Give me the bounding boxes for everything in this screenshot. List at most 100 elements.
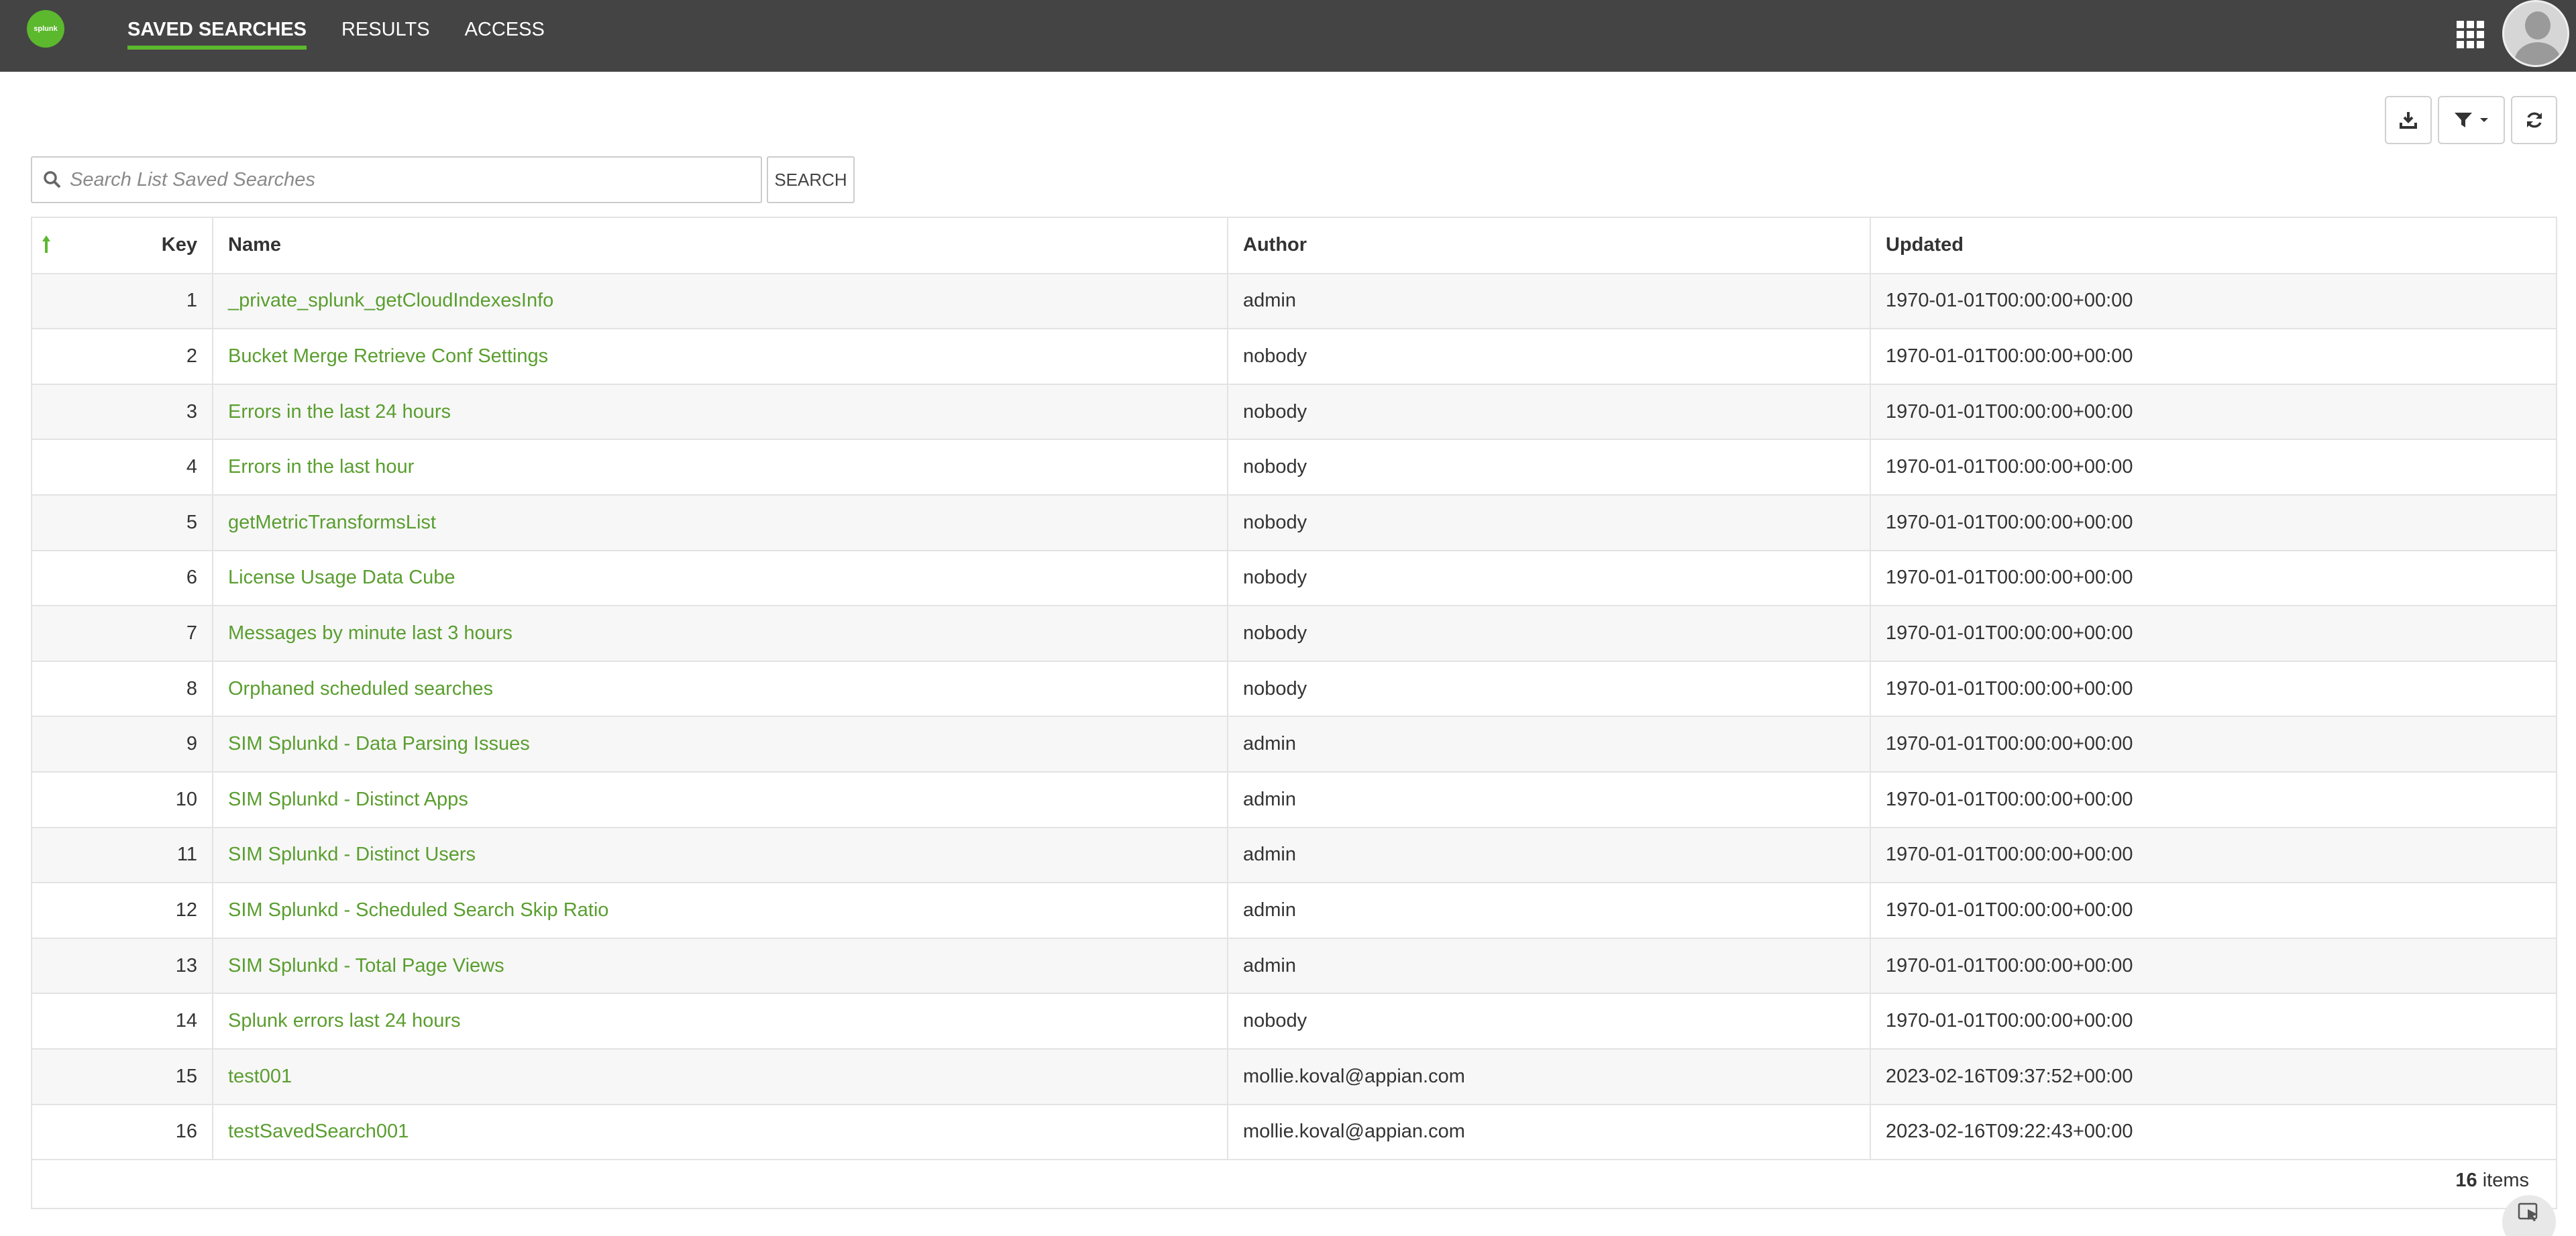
filter-button[interactable] xyxy=(2438,96,2505,144)
cell-updated: 1970-01-01T00:00:00+00:00 xyxy=(1870,606,2556,662)
table-row[interactable]: 16 testSavedSearch001 mollie.koval@appian.… xyxy=(32,1104,2556,1161)
saved-search-link[interactable]: Bucket Merge Retrieve Conf Settings xyxy=(228,345,548,367)
table-row[interactable]: 5 getMetricTransformsList nobody 1970-01-01… xyxy=(32,494,2556,551)
search-button[interactable]: SEARCH xyxy=(767,156,855,203)
table-row[interactable]: 7 Messages by minute last 3 hours nobody 19… xyxy=(32,606,2556,662)
cell-key: 8 xyxy=(32,661,213,718)
saved-search-link[interactable]: test001 xyxy=(228,1066,292,1087)
cell-updated: 1970-01-01T00:00:00+00:00 xyxy=(1870,273,2556,330)
tab-access[interactable]: ACCESS xyxy=(465,0,545,72)
cell-updated: 1970-01-01T00:00:00+00:00 xyxy=(1870,384,2556,441)
saved-search-link[interactable]: License Usage Data Cube xyxy=(228,567,455,588)
saved-search-link[interactable]: Orphaned scheduled searches xyxy=(228,678,493,699)
table-row[interactable]: 6 License Usage Data Cube nobody 1970-01-01… xyxy=(32,550,2556,607)
cell-name: Orphaned scheduled searches xyxy=(213,661,1228,718)
cell-key: 10 xyxy=(32,771,213,828)
cell-author: nobody xyxy=(1228,494,1871,551)
cell-author: nobody xyxy=(1228,661,1871,718)
cell-author: admin xyxy=(1228,938,1871,995)
table-row[interactable]: 3 Errors in the last 24 hours nobody 1970-0… xyxy=(32,384,2556,441)
cell-name: Errors in the last 24 hours xyxy=(213,384,1228,441)
cell-updated: 1970-01-01T00:00:00+00:00 xyxy=(1870,661,2556,718)
sort-ascending-icon[interactable] xyxy=(42,234,51,254)
column-header-author[interactable]: Author xyxy=(1228,218,1871,274)
column-header-updated[interactable]: Updated xyxy=(1870,218,2556,274)
table-row[interactable]: 11 SIM Splunkd - Distinct Users admin 1970-… xyxy=(32,827,2556,884)
table-row[interactable]: 14 Splunk errors last 24 hours nobody 1970-… xyxy=(32,993,2556,1050)
data-table: Key Name Author Updated 1 _private_splunk… xyxy=(32,218,2556,1161)
cell-name: testSavedSearch001 xyxy=(213,1104,1228,1161)
table-row[interactable]: 15 test001 mollie.koval@appian.com 2023-02-… xyxy=(32,1048,2556,1105)
cell-author: mollie.koval@appian.com xyxy=(1228,1048,1871,1105)
table-row[interactable]: 4 Errors in the last hour nobody 1970-01-01… xyxy=(32,439,2556,496)
cell-author: nobody xyxy=(1228,993,1871,1050)
cell-author: nobody xyxy=(1228,439,1871,496)
download-button[interactable] xyxy=(2385,96,2432,144)
search-input[interactable] xyxy=(70,168,727,191)
table-row[interactable]: 10 SIM Splunkd - Distinct Apps admin 1970-0… xyxy=(32,771,2556,828)
cell-author: mollie.koval@appian.com xyxy=(1228,1104,1871,1161)
download-icon xyxy=(2400,112,2417,129)
column-header-name[interactable]: Name xyxy=(213,218,1228,274)
cell-author: nobody xyxy=(1228,384,1871,441)
table-row[interactable]: 13 SIM Splunkd - Total Page Views admin 197… xyxy=(32,938,2556,995)
cell-key: 6 xyxy=(32,550,213,607)
cell-author: nobody xyxy=(1228,606,1871,662)
refresh-icon xyxy=(2526,112,2542,128)
saved-search-link[interactable]: SIM Splunkd - Distinct Users xyxy=(228,844,476,865)
cell-key: 14 xyxy=(32,993,213,1050)
cell-name: Errors in the last hour xyxy=(213,439,1228,496)
splunk-logo[interactable]: splunk xyxy=(27,10,64,48)
cell-key: 4 xyxy=(32,439,213,496)
search-icon xyxy=(44,171,61,188)
table-row[interactable]: 1 _private_splunk_getCloudIndexesInfo admi… xyxy=(32,273,2556,330)
cell-key: 5 xyxy=(32,494,213,551)
user-avatar[interactable] xyxy=(2502,0,2569,67)
cell-key: 7 xyxy=(32,606,213,662)
saved-search-link[interactable]: SIM Splunkd - Total Page Views xyxy=(228,955,504,976)
cell-key: 11 xyxy=(32,827,213,884)
main-nav: SAVED SEARCHES RESULTS ACCESS xyxy=(127,0,580,72)
filter-icon xyxy=(2455,113,2472,127)
cell-author: nobody xyxy=(1228,550,1871,607)
cell-name: test001 xyxy=(213,1048,1228,1105)
cell-updated: 1970-01-01T00:00:00+00:00 xyxy=(1870,771,2556,828)
saved-search-link[interactable]: SIM Splunkd - Distinct Apps xyxy=(228,789,468,810)
saved-search-link[interactable]: getMetricTransformsList xyxy=(228,512,436,533)
cell-name: License Usage Data Cube xyxy=(213,550,1228,607)
cell-updated: 1970-01-01T00:00:00+00:00 xyxy=(1870,883,2556,939)
tab-saved-searches[interactable]: SAVED SEARCHES xyxy=(127,0,307,72)
saved-search-link[interactable]: Errors in the last 24 hours xyxy=(228,401,451,423)
table-row[interactable]: 12 SIM Splunkd - Scheduled Search Skip Ra… xyxy=(32,883,2556,939)
chevron-down-icon xyxy=(2480,118,2488,122)
saved-search-link[interactable]: testSavedSearch001 xyxy=(228,1121,409,1142)
cell-updated: 1970-01-01T00:00:00+00:00 xyxy=(1870,716,2556,773)
refresh-button[interactable] xyxy=(2511,96,2557,144)
cell-key: 16 xyxy=(32,1104,213,1161)
table-row[interactable]: 2 Bucket Merge Retrieve Conf Settings nobo… xyxy=(32,329,2556,385)
item-count-label: items xyxy=(2482,1170,2529,1191)
cell-key: 13 xyxy=(32,938,213,995)
cell-updated: 1970-01-01T00:00:00+00:00 xyxy=(1870,938,2556,995)
apps-grid-icon[interactable] xyxy=(2457,21,2485,49)
table-row[interactable]: 9 SIM Splunkd - Data Parsing Issues admin 1… xyxy=(32,716,2556,773)
cell-updated: 1970-01-01T00:00:00+00:00 xyxy=(1870,329,2556,385)
search-field xyxy=(31,156,762,203)
saved-search-link[interactable]: Splunk errors last 24 hours xyxy=(228,1010,461,1031)
saved-search-link[interactable]: Errors in the last hour xyxy=(228,456,414,477)
cell-name: SIM Splunkd - Distinct Users xyxy=(213,827,1228,884)
saved-search-link[interactable]: Messages by minute last 3 hours xyxy=(228,622,513,644)
tab-results[interactable]: RESULTS xyxy=(341,0,430,72)
saved-search-link[interactable]: SIM Splunkd - Scheduled Search Skip Rati… xyxy=(228,899,608,921)
cell-updated: 1970-01-01T00:00:00+00:00 xyxy=(1870,439,2556,496)
cell-key: 3 xyxy=(32,384,213,441)
item-count: 16 items xyxy=(2455,1170,2529,1192)
saved-search-link[interactable]: _private_splunk_getCloudIndexesInfo xyxy=(228,290,553,311)
cell-updated: 2023-02-16T09:22:43+00:00 xyxy=(1870,1104,2556,1161)
cell-name: SIM Splunkd - Total Page Views xyxy=(213,938,1228,995)
cell-name: _private_splunk_getCloudIndexesInfo xyxy=(213,273,1228,330)
cell-author: admin xyxy=(1228,716,1871,773)
saved-search-link[interactable]: SIM Splunkd - Data Parsing Issues xyxy=(228,733,530,754)
column-header-key[interactable]: Key xyxy=(32,218,213,274)
table-row[interactable]: 8 Orphaned scheduled searches nobody 1970-0… xyxy=(32,661,2556,718)
